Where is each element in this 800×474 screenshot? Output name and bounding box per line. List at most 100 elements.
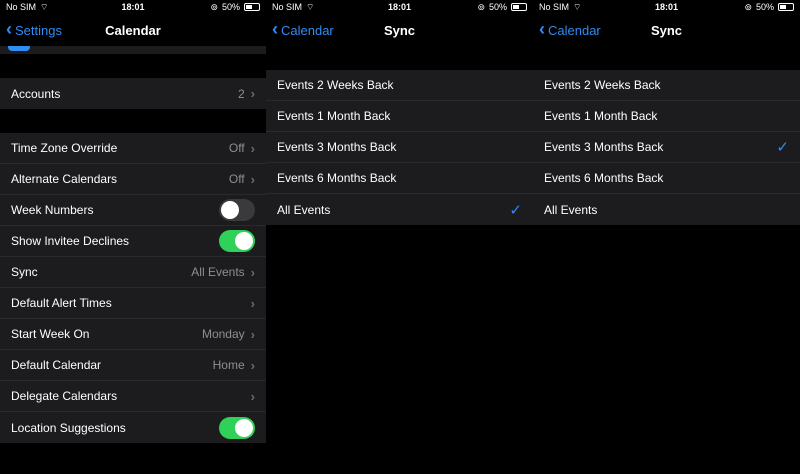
battery-icon <box>778 3 794 11</box>
row-label: Week Numbers <box>11 203 94 217</box>
row-label: Time Zone Override <box>11 141 118 155</box>
wifi-icon: ⌔ <box>306 1 315 12</box>
chevron-right-icon: › <box>250 326 255 342</box>
week-numbers-toggle[interactable] <box>219 199 255 221</box>
row-value: 2 <box>237 86 245 101</box>
wifi-icon: ⌔ <box>573 1 582 12</box>
sync-option-1-month[interactable]: Events 1 Month Back <box>533 101 800 132</box>
option-label: Events 6 Months Back <box>544 171 664 185</box>
sync-screen-3-months: No SIM ⌔ 18:01 ⊚ 50% ‹ Calendar Sync Eve… <box>533 0 800 474</box>
option-label: All Events <box>544 202 598 217</box>
checkmark-icon: ✓ <box>509 201 522 219</box>
chevron-left-icon: ‹ <box>272 19 278 39</box>
status-bar: No SIM ⌔ 18:01 ⊚ 50% <box>0 0 266 14</box>
chevron-left-icon: ‹ <box>6 19 12 39</box>
carrier-label: No SIM <box>272 2 303 12</box>
battery-percent: 50% <box>488 2 507 12</box>
chevron-right-icon: › <box>250 171 255 187</box>
row-value: All Events <box>191 265 245 279</box>
chevron-right-icon: › <box>250 388 255 404</box>
row-label: Show Invitee Declines <box>11 234 130 248</box>
row-label: Delegate Calendars <box>11 389 118 403</box>
carrier-label: No SIM <box>539 2 570 12</box>
row-label: Start Week On <box>11 327 90 341</box>
back-button[interactable]: ‹ Settings <box>0 19 62 39</box>
chevron-right-icon: › <box>250 86 255 101</box>
chevron-left-icon: ‹ <box>539 19 545 39</box>
location-suggestions-toggle[interactable] <box>219 416 255 439</box>
sync-option-6-months[interactable]: Events 6 Months Back <box>266 163 533 194</box>
nav-bar: ‹ Settings Calendar <box>0 14 266 46</box>
row-label: Alternate Calendars <box>11 172 118 186</box>
accounts-group: Accounts 2 › <box>0 78 266 109</box>
delegate-calendars-row[interactable]: Delegate Calendars › <box>0 381 266 412</box>
carrier-label: No SIM <box>6 2 37 12</box>
alternate-calendars-row[interactable]: Alternate Calendars Off › <box>0 164 266 195</box>
chevron-right-icon: › <box>250 295 255 311</box>
accounts-row[interactable]: Accounts 2 › <box>0 78 266 109</box>
wifi-icon: ⌔ <box>40 1 49 12</box>
row-label: Location Suggestions <box>11 420 126 435</box>
option-label: Events 6 Months Back <box>277 171 397 185</box>
settings-group: Time Zone Override Off › Alternate Calen… <box>0 133 266 443</box>
option-label: Events 1 Month Back <box>544 109 658 123</box>
status-bar: No SIM ⌔ 18:01 ⊚ 50% <box>533 0 800 14</box>
rotation-lock-icon: ⊚ <box>210 1 218 12</box>
sync-option-3-months[interactable]: Events 3 Months Back ✓ <box>533 132 800 163</box>
back-label: Calendar <box>548 22 601 38</box>
option-label: Events 3 Months Back <box>277 140 397 154</box>
battery-percent: 50% <box>755 2 774 12</box>
battery-percent: 50% <box>221 2 240 12</box>
calendar-settings-screen: No SIM ⌔ 18:01 ⊚ 50% ‹ Settings Calendar… <box>0 0 266 474</box>
sync-option-6-months[interactable]: Events 6 Months Back <box>533 163 800 194</box>
chevron-right-icon: › <box>250 264 255 280</box>
back-label: Settings <box>15 22 62 38</box>
option-label: Events 2 Weeks Back <box>544 78 661 92</box>
option-label: All Events <box>277 202 331 217</box>
sync-screen-all-events: No SIM ⌔ 18:01 ⊚ 50% ‹ Calendar Sync Eve… <box>266 0 533 474</box>
row-label: Default Alert Times <box>11 296 112 310</box>
option-label: Events 3 Months Back <box>544 140 664 154</box>
sync-option-1-month[interactable]: Events 1 Month Back <box>266 101 533 132</box>
back-button[interactable]: ‹ Calendar <box>533 19 601 39</box>
back-button[interactable]: ‹ Calendar <box>266 19 334 39</box>
sync-option-all-events[interactable]: All Events <box>533 194 800 225</box>
row-label: Default Calendar <box>11 358 102 372</box>
sync-options-group: Events 2 Weeks Back Events 1 Month Back … <box>533 70 800 225</box>
row-value: Home <box>212 358 245 372</box>
nav-bar: ‹ Calendar Sync <box>266 14 533 46</box>
battery-icon <box>244 3 260 11</box>
option-label: Events 1 Month Back <box>277 109 391 123</box>
row-value: Off <box>228 141 245 155</box>
status-bar: No SIM ⌔ 18:01 ⊚ 50% <box>266 0 533 14</box>
nav-bar: ‹ Calendar Sync <box>533 14 800 46</box>
show-invitee-declines-toggle[interactable] <box>219 230 255 252</box>
screens-container: No SIM ⌔ 18:01 ⊚ 50% ‹ Settings Calendar… <box>0 0 800 474</box>
location-suggestions-row: Location Suggestions <box>0 412 266 443</box>
chevron-right-icon: › <box>250 140 255 156</box>
rotation-lock-icon: ⊚ <box>477 1 485 12</box>
chevron-right-icon: › <box>250 357 255 373</box>
sync-option-2-weeks[interactable]: Events 2 Weeks Back <box>533 70 800 101</box>
sync-option-3-months[interactable]: Events 3 Months Back <box>266 132 533 163</box>
week-numbers-row: Week Numbers <box>0 195 266 226</box>
sync-options-group: Events 2 Weeks Back Events 1 Month Back … <box>266 70 533 225</box>
back-label: Calendar <box>281 22 334 38</box>
default-calendar-row[interactable]: Default Calendar Home › <box>0 350 266 381</box>
sync-option-all-events[interactable]: All Events ✓ <box>266 194 533 225</box>
checkmark-icon: ✓ <box>776 139 789 156</box>
scrolled-cell-sliver <box>0 46 266 54</box>
row-label: Accounts <box>11 86 61 101</box>
rotation-lock-icon: ⊚ <box>744 1 752 12</box>
time-zone-override-row[interactable]: Time Zone Override Off › <box>0 133 266 164</box>
default-alert-times-row[interactable]: Default Alert Times › <box>0 288 266 319</box>
row-label: Sync <box>11 265 38 279</box>
partial-toggle <box>8 46 30 51</box>
row-value: Off <box>228 172 245 186</box>
start-week-on-row[interactable]: Start Week On Monday › <box>0 319 266 350</box>
option-label: Events 2 Weeks Back <box>277 78 394 92</box>
sync-row[interactable]: Sync All Events › <box>0 257 266 288</box>
sync-option-2-weeks[interactable]: Events 2 Weeks Back <box>266 70 533 101</box>
row-value: Monday <box>201 327 245 341</box>
show-invitee-declines-row: Show Invitee Declines <box>0 226 266 257</box>
